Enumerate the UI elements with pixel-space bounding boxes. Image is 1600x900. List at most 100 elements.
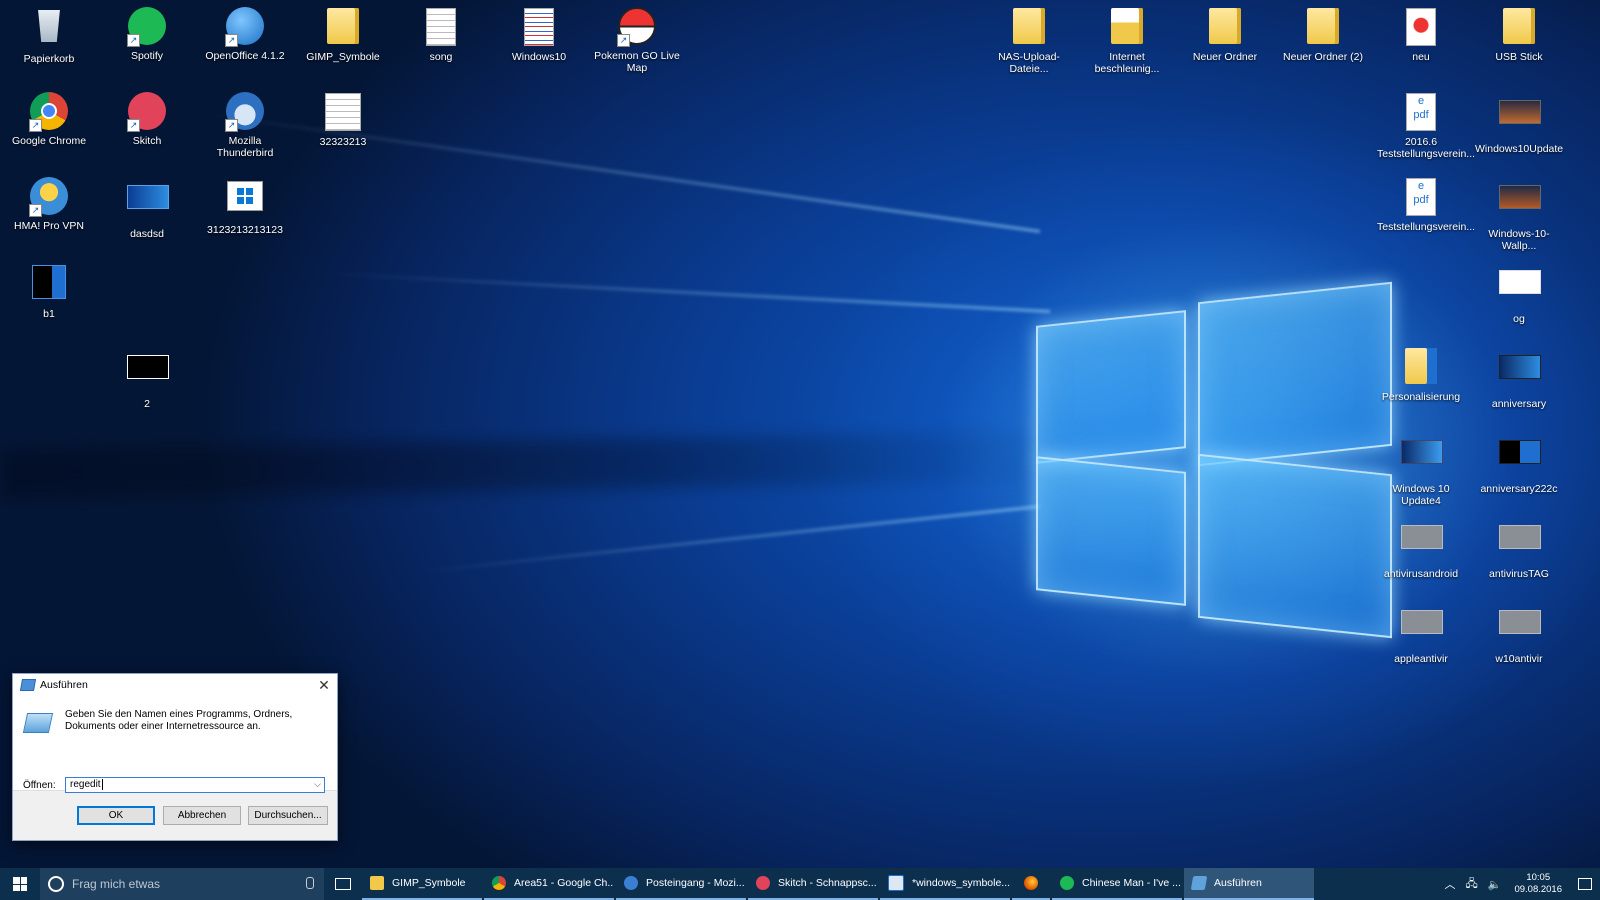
desktop-icon-nas-upload[interactable]: NAS-Upload-Dateie... — [983, 6, 1075, 75]
run-icon — [1190, 876, 1208, 890]
task-view-icon — [335, 878, 351, 890]
volume-icon[interactable]: 🔈 — [1488, 878, 1502, 891]
close-icon[interactable]: ✕ — [311, 674, 337, 696]
folder-icon — [1009, 8, 1049, 48]
taskbar-item-gimp-symbole[interactable]: GIMP_Symbole — [362, 868, 482, 900]
desktop-icon-openoffice[interactable]: ↗ OpenOffice 4.1.2 — [199, 6, 291, 62]
desktop-icon-b1[interactable]: b1 — [3, 261, 95, 320]
windows-logo-pane — [1198, 453, 1392, 639]
desktop-icon-appleantivir[interactable]: appleantivir — [1375, 601, 1467, 665]
folder-icon — [323, 8, 363, 48]
cortana-search-box[interactable]: Frag mich etwas — [40, 868, 324, 900]
run-icon — [19, 679, 37, 691]
clock[interactable]: 10:05 09.08.2016 — [1514, 872, 1562, 896]
desktop-icon-teststellungsverein-2016[interactable]: e pdf 2016.6 Teststellungsverein... — [1375, 91, 1475, 160]
document-icon — [323, 93, 363, 133]
folder-icon — [1401, 348, 1441, 388]
taskbar-item-ausfuehren[interactable]: Ausführen — [1184, 868, 1314, 900]
dialog-titlebar[interactable]: Ausführen ✕ — [13, 674, 337, 696]
image-icon — [1401, 525, 1443, 565]
ok-button[interactable]: OK — [77, 806, 155, 825]
action-center-button[interactable] — [1570, 868, 1600, 900]
folder-icon — [1107, 8, 1147, 48]
pdf-icon: e pdf — [1401, 93, 1441, 133]
document-icon — [1401, 8, 1441, 48]
image-icon — [1499, 100, 1541, 140]
desktop-icon-skitch[interactable]: ↗ Skitch — [101, 91, 193, 147]
desktop-icon-personalisierung[interactable]: Personalisierung — [1375, 346, 1467, 403]
desktop-icon-hma-pro-vpn[interactable]: ↗ HMA! Pro VPN — [3, 176, 95, 232]
desktop-icon-dasdsd[interactable]: dasdsd — [101, 176, 193, 240]
desktop-icon-windows10[interactable]: Windows10 — [493, 6, 585, 63]
start-button[interactable] — [0, 868, 40, 900]
desktop-icon-usb-stick[interactable]: USB Stick — [1473, 6, 1565, 63]
taskbar: Frag mich etwas GIMP_Symbole Area51 - Go… — [0, 868, 1600, 900]
taskbar-item-spotify[interactable]: Chinese Man - I've ... — [1052, 868, 1182, 900]
desktop-icon-spotify[interactable]: ↗ Spotify — [101, 6, 193, 62]
taskbar-item-thunderbird[interactable]: Posteingang - Mozi... — [616, 868, 746, 900]
desktop-icon-neu[interactable]: neu — [1375, 6, 1467, 63]
thunderbird-icon — [624, 876, 638, 890]
desktop-icon-windows-10-wallp[interactable]: Windows-10-Wallp... — [1473, 176, 1565, 252]
desktop-icon-2[interactable]: 2 — [101, 346, 193, 410]
open-input[interactable]: regedit ⌵ — [65, 777, 325, 793]
run-dialog: Ausführen ✕ Geben Sie den Namen eines Pr… — [12, 673, 338, 841]
show-hidden-icons-chevron-up-icon[interactable]: ︿ — [1444, 876, 1455, 892]
cancel-button[interactable]: Abbrechen — [163, 806, 241, 825]
image-icon — [1499, 185, 1541, 225]
clock-date: 09.08.2016 — [1514, 884, 1562, 895]
desktop-icon-gimp-symbole[interactable]: GIMP_Symbole — [297, 6, 389, 63]
taskbar-item-skitch[interactable]: Skitch - Schnappsc... — [748, 868, 878, 900]
document-icon — [519, 8, 559, 48]
folder-icon — [370, 876, 384, 890]
windows-logo-pane — [1036, 456, 1186, 606]
desktop-icon-3123213213123[interactable]: 3123213213123 — [199, 176, 291, 236]
image-icon — [1499, 270, 1541, 310]
light-beam — [423, 505, 1041, 573]
paint-icon — [888, 875, 904, 891]
openoffice-icon: ↗ — [225, 7, 265, 47]
desktop-icon-windows-10-update4[interactable]: Windows 10 Update4 — [1375, 431, 1467, 507]
pokeball-icon: ↗ — [617, 7, 657, 47]
document-icon — [421, 8, 461, 48]
network-icon[interactable]: 🖧 — [1465, 875, 1477, 894]
open-label: Öffnen: — [23, 780, 56, 791]
chevron-down-icon[interactable]: ⌵ — [314, 778, 321, 790]
desktop-icon-anniversary222c[interactable]: anniversary222c — [1473, 431, 1565, 495]
desktop-icon-internet-beschleunig[interactable]: Internet beschleunig... — [1081, 6, 1173, 75]
desktop-icon-song[interactable]: song — [395, 6, 487, 63]
clock-time: 10:05 — [1526, 872, 1551, 883]
run-program-icon — [22, 713, 54, 733]
dialog-title: Ausführen — [40, 679, 88, 691]
desktop-icon-papierkorb[interactable]: Papierkorb — [3, 6, 95, 65]
cortana-icon — [48, 876, 64, 892]
taskbar-item-firefox[interactable] — [1012, 868, 1050, 900]
desktop-icon-pokemon-go-live-map[interactable]: ↗ Pokemon GO Live Map — [591, 6, 683, 74]
desktop-icon-google-chrome[interactable]: ↗ Google Chrome — [3, 91, 95, 147]
taskbar-item-chrome[interactable]: Area51 - Google Ch... — [484, 868, 614, 900]
desktop-icon-anniversary[interactable]: anniversary — [1473, 346, 1565, 410]
browse-button[interactable]: Durchsuchen... — [248, 806, 328, 825]
light-beam — [330, 272, 1051, 313]
desktop-icon-neuer-ordner[interactable]: Neuer Ordner — [1179, 6, 1271, 63]
chrome-icon: ↗ — [29, 92, 69, 132]
desktop-icon-og[interactable]: og — [1473, 261, 1565, 325]
dialog-body: Geben Sie den Namen eines Programms, Ord… — [13, 696, 337, 793]
system-tray: ︿ 🖧 🔈 10:05 09.08.2016 — [1439, 868, 1600, 900]
desktop-icon-neuer-ordner-2[interactable]: Neuer Ordner (2) — [1277, 6, 1369, 63]
image-icon — [1499, 440, 1541, 480]
desktop-icon-antivirustag[interactable]: antivirusTAG — [1473, 516, 1565, 580]
shadow-band — [0, 430, 1080, 500]
desktop-icon-windows10update[interactable]: Windows10Update — [1473, 91, 1565, 155]
desktop-icon-teststellungsverein[interactable]: e pdf Teststellungsverein... — [1375, 176, 1475, 233]
taskbar-item-paint[interactable]: *windows_symbole... — [880, 868, 1010, 900]
desktop-icon-w10antivir[interactable]: w10antivir — [1473, 601, 1565, 665]
skitch-icon: ↗ — [127, 92, 167, 132]
microphone-icon[interactable] — [306, 877, 314, 889]
desktop-icon-antivirusandroid[interactable]: antivirusandroid — [1375, 516, 1467, 580]
desktop-icon-32323213[interactable]: 32323213 — [297, 91, 389, 148]
firefox-icon — [1024, 876, 1038, 890]
notification-icon — [1578, 878, 1592, 890]
task-view-button[interactable] — [324, 868, 362, 900]
desktop-icon-mozilla-thunderbird[interactable]: ↗ Mozilla Thunderbird — [199, 91, 291, 159]
